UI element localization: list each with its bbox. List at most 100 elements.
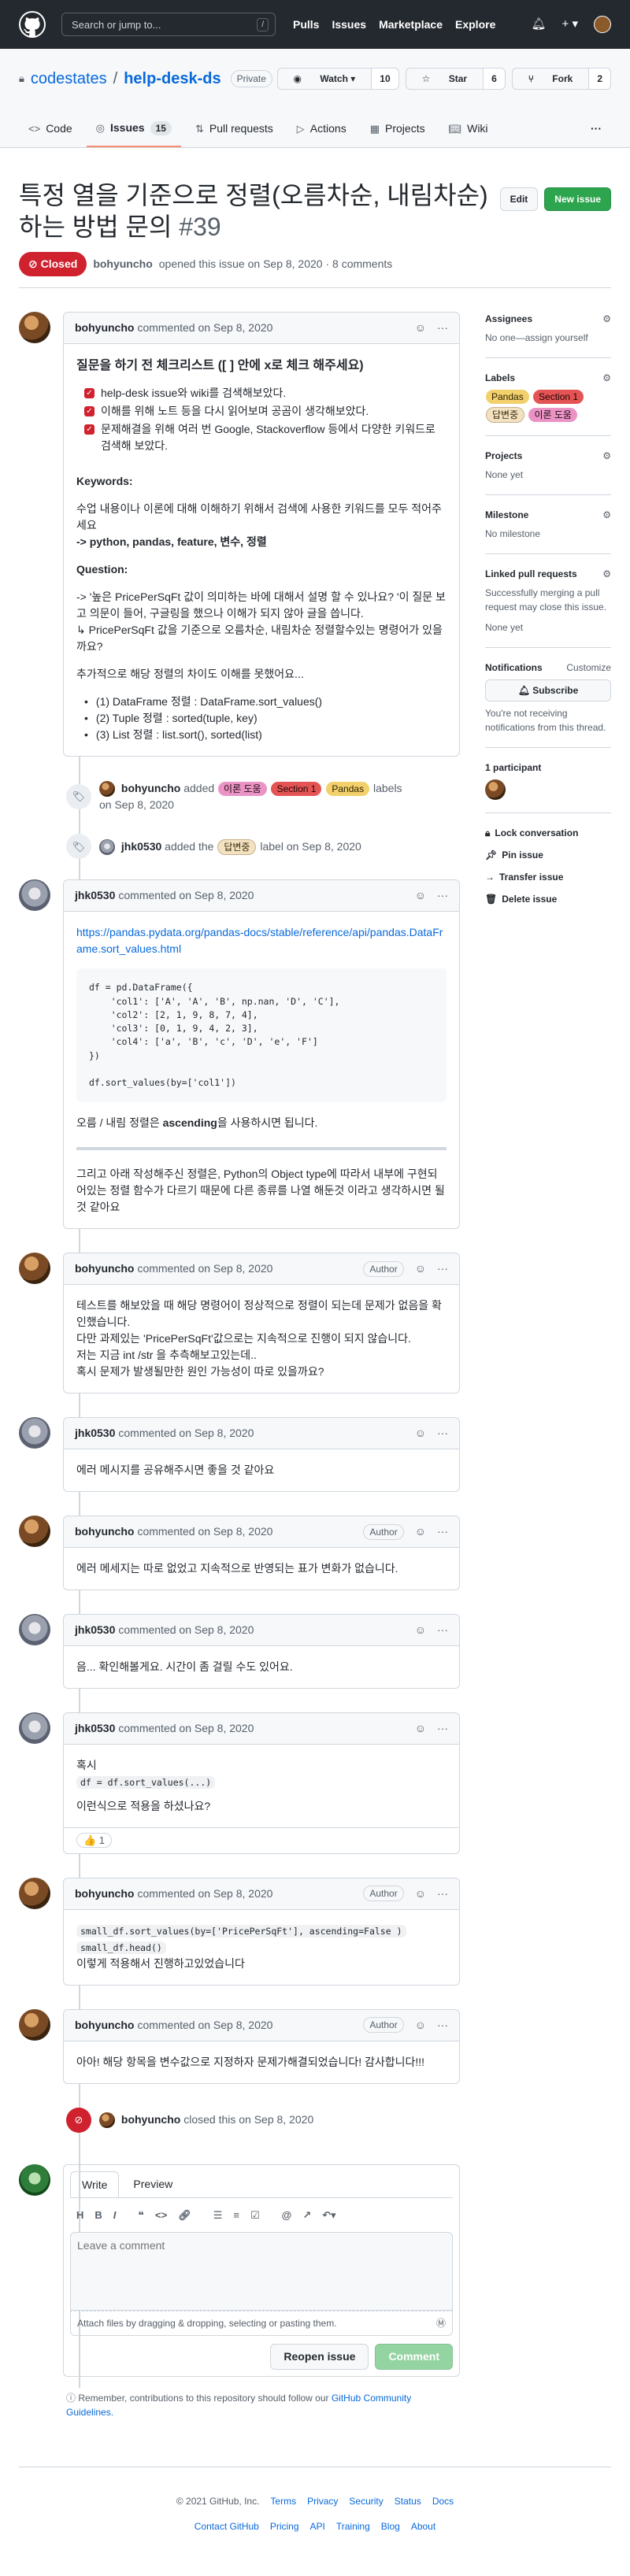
label-badge[interactable]: Section 1 (271, 782, 322, 796)
comment-date[interactable]: commented on Sep 8, 2020 (118, 887, 254, 904)
comment-date[interactable]: commented on Sep 8, 2020 (137, 1523, 272, 1540)
tab-write[interactable]: Write (70, 2171, 120, 2198)
gear-icon[interactable]: ⚙ (602, 371, 611, 385)
nav-explore[interactable]: Explore (455, 17, 495, 33)
thumbs-up-reaction[interactable]: 👍 1 (76, 1833, 113, 1849)
avatar[interactable] (19, 1417, 50, 1449)
avatar[interactable] (99, 781, 115, 798)
comment-author[interactable]: bohyuncho (75, 1260, 134, 1277)
footer-link[interactable]: Docs (432, 2494, 454, 2508)
docs-link[interactable]: https://pandas.pydata.org/pandas-docs/st… (76, 926, 443, 955)
avatar[interactable] (19, 2163, 50, 2196)
comment-date[interactable]: commented on Sep 8, 2020 (118, 1622, 254, 1638)
label-badge[interactable]: 답변중 (217, 838, 257, 855)
smiley-icon[interactable]: ☺ (415, 1622, 426, 1638)
avatar[interactable] (19, 879, 50, 912)
more-tabs-button[interactable]: ··· (581, 113, 611, 147)
footer-link[interactable]: Privacy (307, 2494, 338, 2508)
tab-wiki[interactable]: 📖︎ Wiki (439, 113, 498, 147)
footer-link[interactable]: About (411, 2519, 435, 2533)
avatar[interactable] (99, 2112, 115, 2129)
event-author[interactable]: bohyuncho (121, 2113, 180, 2126)
tab-projects[interactable]: ▦ Projects (361, 113, 435, 147)
avatar[interactable] (99, 838, 115, 855)
comment-date[interactable]: commented on Sep 8, 2020 (118, 1425, 254, 1442)
tab-issues[interactable]: ◎ Issues 15 (86, 113, 181, 147)
tab-preview[interactable]: Preview (122, 2171, 183, 2198)
comment-author[interactable]: bohyuncho (75, 1523, 134, 1540)
tab-actions[interactable]: ▷ Actions (287, 113, 356, 147)
issue-author-link[interactable]: bohyuncho (93, 256, 152, 272)
subscribe-button[interactable]: 🔔︎ Subscribe (485, 679, 611, 701)
bell-icon[interactable]: 🔔︎ (531, 16, 546, 34)
github-logo-icon[interactable] (19, 11, 46, 38)
reopen-issue-button[interactable]: Reopen issue (270, 2344, 369, 2371)
transfer-issue-link[interactable]: → Transfer issue (485, 870, 611, 884)
lock-conversation-link[interactable]: 🔒︎ Lock conversation (485, 826, 611, 840)
bold-icon[interactable]: B (94, 2208, 102, 2223)
avatar[interactable] (19, 1614, 50, 1646)
event-author[interactable]: bohyuncho (121, 782, 180, 794)
footer-link[interactable]: Contact GitHub (195, 2519, 259, 2533)
event-date[interactable]: on Sep 8, 2020 (99, 798, 174, 811)
label-badge[interactable]: Pandas (486, 390, 529, 404)
comment-author[interactable]: jhk0530 (75, 1622, 115, 1638)
avatar[interactable] (19, 2008, 50, 2041)
smiley-icon[interactable]: ☺ (415, 1523, 426, 1540)
attach-files-bar[interactable]: Attach files by dragging & dropping, sel… (70, 2311, 453, 2337)
cross-reference-icon[interactable]: ↗ (302, 2208, 311, 2223)
avatar[interactable] (19, 1253, 50, 1285)
bullet-list-icon[interactable]: ☰ (213, 2208, 223, 2223)
kebab-menu-icon[interactable]: ··· (437, 2017, 448, 2034)
comment-textarea[interactable] (70, 2232, 453, 2311)
nav-pulls[interactable]: Pulls (293, 17, 319, 33)
user-avatar[interactable] (594, 16, 611, 33)
watch-button[interactable]: ◉ Watch ▾ 10 (276, 68, 399, 90)
star-button[interactable]: ☆ Star 6 (405, 68, 506, 90)
italic-icon[interactable]: I (113, 2208, 117, 2223)
comment-date[interactable]: commented on Sep 8, 2020 (118, 1720, 254, 1737)
avatar[interactable] (19, 1516, 50, 1548)
reply-icon[interactable]: ↶▾ (322, 2208, 335, 2223)
smiley-icon[interactable]: ☺ (415, 1260, 426, 1277)
smiley-icon[interactable]: ☺ (415, 2017, 426, 2034)
comment-date[interactable]: commented on Sep 8, 2020 (137, 2017, 272, 2034)
avatar[interactable] (19, 312, 50, 343)
kebab-menu-icon[interactable]: ··· (437, 1886, 448, 1902)
kebab-menu-icon[interactable]: ··· (437, 320, 448, 336)
heading-icon[interactable]: H (76, 2208, 83, 2223)
footer-link[interactable]: API (310, 2519, 325, 2533)
search-input[interactable]: Search or jump to... / (61, 13, 276, 36)
gear-icon[interactable]: ⚙ (602, 312, 611, 326)
quote-icon[interactable]: ❝ (138, 2208, 144, 2223)
tab-code[interactable]: <> Code (19, 113, 82, 147)
footer-link[interactable]: Pricing (270, 2519, 299, 2533)
comment-date[interactable]: commented on Sep 8, 2020 (137, 1886, 272, 1902)
avatar[interactable] (19, 1712, 50, 1745)
mention-icon[interactable]: @ (282, 2208, 292, 2223)
footer-link[interactable]: Blog (381, 2519, 400, 2533)
delete-issue-link[interactable]: 🗑︎ Delete issue (485, 892, 611, 906)
smiley-icon[interactable]: ☺ (415, 1720, 426, 1737)
label-badge[interactable]: Section 1 (533, 390, 584, 404)
gear-icon[interactable]: ⚙ (602, 567, 611, 581)
label-badge[interactable]: 이론 도움 (528, 408, 577, 422)
label-badge[interactable]: 이론 도움 (218, 782, 267, 796)
comment-button[interactable]: Comment (375, 2344, 453, 2371)
edit-title-button[interactable]: Edit (499, 187, 539, 211)
link-icon[interactable]: 🔗︎ (178, 2208, 191, 2223)
kebab-menu-icon[interactable]: ··· (437, 1523, 448, 1540)
create-new-button[interactable]: + ▾ (562, 16, 578, 34)
comment-author[interactable]: bohyuncho (75, 2017, 134, 2034)
gear-icon[interactable]: ⚙ (602, 449, 611, 463)
smiley-icon[interactable]: ☺ (415, 320, 426, 336)
gear-icon[interactable]: ⚙ (602, 508, 611, 522)
avatar[interactable] (19, 1877, 50, 1909)
footer-link[interactable]: Terms (270, 2494, 296, 2508)
smiley-icon[interactable]: ☺ (415, 1425, 426, 1442)
smiley-icon[interactable]: ☺ (415, 887, 426, 904)
smiley-icon[interactable]: ☺ (415, 1886, 426, 1902)
tab-pull-requests[interactable]: ⇅ Pull requests (186, 113, 283, 147)
event-author[interactable]: jhk0530 (121, 840, 161, 853)
avatar[interactable] (485, 779, 506, 800)
